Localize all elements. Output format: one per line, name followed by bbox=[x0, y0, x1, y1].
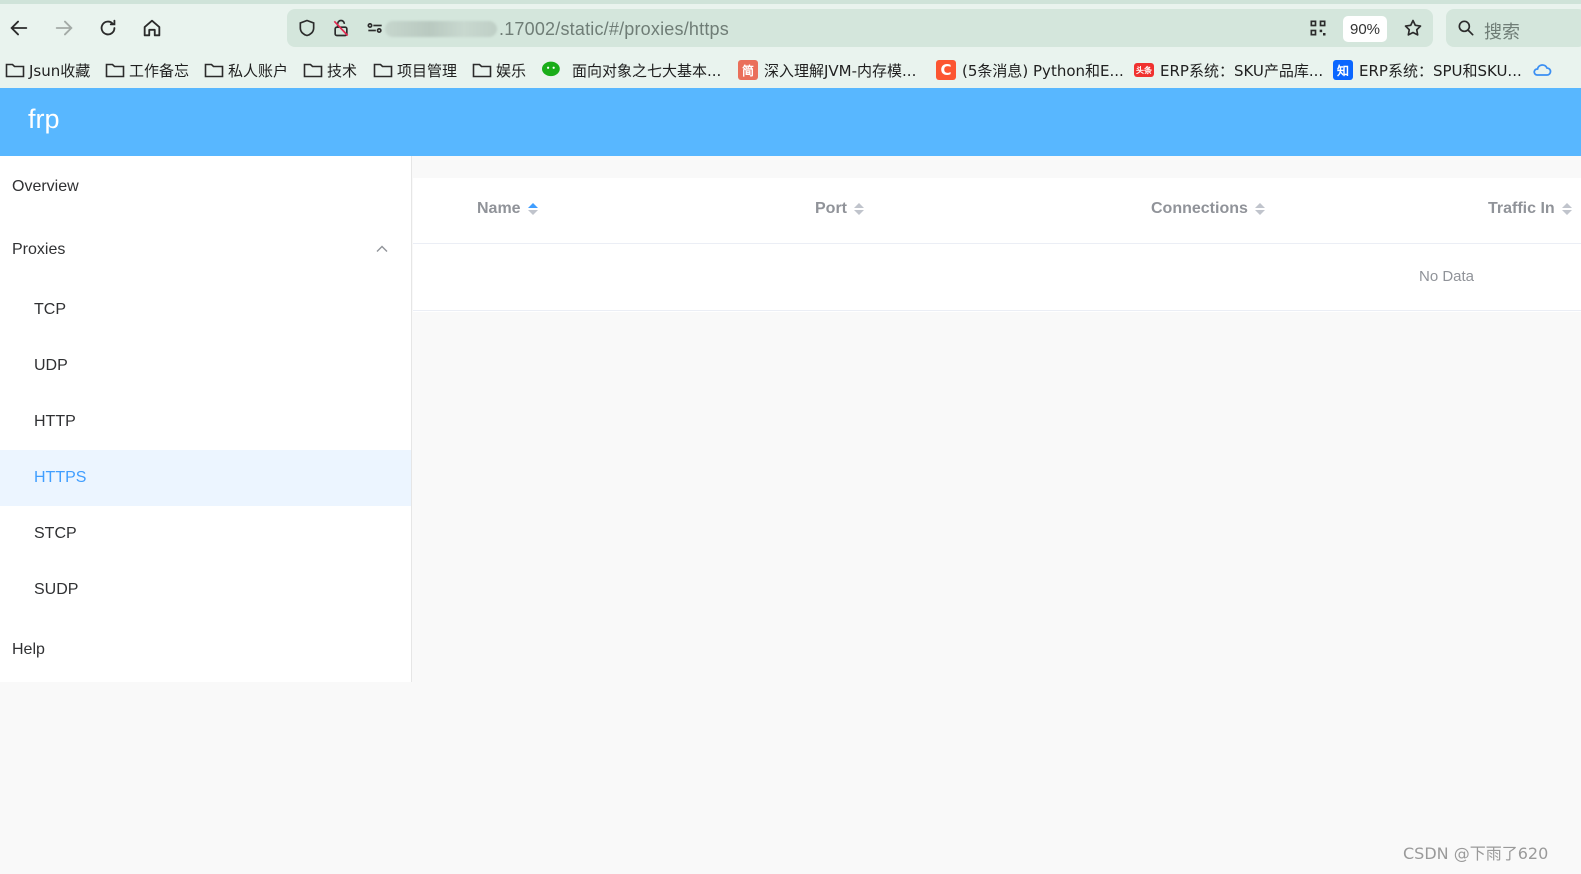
back-arrow-icon bbox=[10, 20, 28, 36]
jianshu-icon: 简 bbox=[738, 60, 758, 80]
sidebar-item-stcp[interactable]: STCP bbox=[0, 506, 411, 562]
chevron-up-icon bbox=[376, 245, 388, 252]
bookmark-label: (5条消息) Python和E... bbox=[962, 61, 1124, 80]
column-label: Connections bbox=[1151, 200, 1248, 217]
url-host-redacted bbox=[385, 21, 497, 37]
bookmark-link[interactable]: 头条 ERP系统：SKU产品库... bbox=[1134, 60, 1323, 80]
menu-label: SUDP bbox=[34, 581, 79, 598]
bookmark-label: 娱乐 bbox=[496, 61, 527, 80]
column-label: Traffic In bbox=[1488, 200, 1555, 217]
sidebar-item-https[interactable]: HTTPS bbox=[0, 450, 411, 506]
bookmark-folder[interactable]: 私人账户 bbox=[204, 60, 288, 80]
menu-label: HTTPS bbox=[34, 469, 87, 486]
bookmark-overflow[interactable] bbox=[1532, 60, 1556, 80]
bookmark-label: ERP系统：SPU和SKU... bbox=[1359, 61, 1522, 80]
wechat-icon bbox=[542, 61, 560, 77]
browser-search-box[interactable]: 搜索 bbox=[1446, 9, 1581, 47]
proxies-table: Name Port Connections Traffic In No Data bbox=[413, 178, 1581, 312]
menu-label: HTTP bbox=[34, 413, 76, 430]
bookmark-link[interactable]: 简 深入理解JVM-内存模... bbox=[738, 60, 916, 80]
folder-icon bbox=[204, 63, 224, 78]
bookmark-star-icon[interactable] bbox=[1403, 18, 1423, 38]
url-text[interactable]: .17002/static/#/proxies/https bbox=[499, 19, 729, 40]
bookmark-label: 技术 bbox=[327, 61, 358, 80]
reload-icon bbox=[100, 19, 116, 36]
menu-item-proxies[interactable]: Proxies bbox=[0, 222, 411, 278]
folder-icon bbox=[373, 63, 393, 78]
menu-item-overview[interactable]: Overview bbox=[0, 159, 411, 215]
bookmark-label: 深入理解JVM-内存模... bbox=[764, 61, 917, 80]
bookmark-label: 工作备忘 bbox=[129, 61, 190, 80]
toutiao-icon: 头条 bbox=[1134, 63, 1154, 77]
bookmark-folder[interactable]: 技术 bbox=[303, 60, 357, 80]
zhihu-icon: 知 bbox=[1333, 60, 1353, 80]
search-placeholder: 搜索 bbox=[1484, 22, 1520, 43]
sidebar-item-http[interactable]: HTTP bbox=[0, 394, 411, 450]
qr-code-icon[interactable] bbox=[1308, 18, 1328, 38]
folder-icon bbox=[105, 63, 125, 78]
forward-button[interactable] bbox=[46, 10, 82, 46]
bookmark-folder[interactable]: 工作备忘 bbox=[105, 60, 189, 80]
bookmarks-bar: Jsun收藏 工作备忘 私人账户 技术 项目管理 娱乐 面向对象之七大基本...… bbox=[0, 52, 1581, 88]
back-button[interactable] bbox=[1, 10, 37, 46]
bookmark-folder[interactable]: 娱乐 bbox=[472, 60, 526, 80]
shield-icon[interactable] bbox=[297, 18, 317, 38]
folder-icon bbox=[472, 63, 492, 78]
sidebar-item-udp[interactable]: UDP bbox=[0, 338, 411, 394]
bookmark-label: 面向对象之七大基本... bbox=[572, 61, 722, 80]
csdn-icon: C bbox=[936, 60, 956, 80]
bookmark-label: 私人账户 bbox=[228, 61, 289, 80]
sidebar-menu: Overview Proxies TCP UDP HTTP HTTPS STCP… bbox=[0, 156, 412, 682]
home-button[interactable] bbox=[134, 10, 170, 46]
sidebar-item-sudp[interactable]: SUDP bbox=[0, 562, 411, 618]
folder-icon bbox=[303, 63, 323, 78]
sort-caret-icon[interactable] bbox=[527, 203, 538, 215]
folder-icon bbox=[5, 63, 25, 78]
zoom-level-badge[interactable]: 90% bbox=[1343, 16, 1387, 42]
bookmark-link[interactable]: 面向对象之七大基本... bbox=[540, 60, 721, 80]
insecure-lock-icon[interactable] bbox=[331, 18, 351, 38]
column-header-name[interactable]: Name bbox=[477, 200, 538, 218]
app-header: frp bbox=[0, 88, 1581, 156]
column-label: Port bbox=[815, 200, 847, 217]
table-header: Name Port Connections Traffic In bbox=[413, 178, 1581, 244]
browser-toolbar: .17002/static/#/proxies/https 90% 搜索 bbox=[0, 4, 1581, 52]
sort-caret-icon[interactable] bbox=[854, 203, 864, 215]
menu-label: STCP bbox=[34, 525, 77, 542]
menu-label: Proxies bbox=[12, 241, 66, 258]
site-permissions-icon[interactable] bbox=[365, 18, 385, 38]
sort-caret-icon[interactable] bbox=[1254, 203, 1265, 215]
menu-label: Overview bbox=[12, 178, 79, 195]
empty-state-text: No Data bbox=[1419, 268, 1475, 285]
bookmark-folder[interactable]: 项目管理 bbox=[373, 60, 457, 80]
forward-arrow-icon bbox=[55, 20, 73, 36]
menu-label: Help bbox=[12, 641, 45, 658]
bookmark-label: 项目管理 bbox=[397, 61, 458, 80]
menu-label: TCP bbox=[34, 301, 66, 318]
watermark: CSDN @下雨了620 bbox=[1403, 844, 1549, 863]
column-header-connections[interactable]: Connections bbox=[1151, 200, 1265, 218]
cloud-icon bbox=[1533, 64, 1552, 76]
column-header-port[interactable]: Port bbox=[815, 200, 864, 218]
home-icon bbox=[143, 19, 161, 37]
menu-item-help[interactable]: Help bbox=[0, 622, 411, 678]
reload-button[interactable] bbox=[90, 10, 126, 46]
bookmark-link[interactable]: C (5条消息) Python和E... bbox=[936, 60, 1124, 80]
brand-logo[interactable]: frp bbox=[28, 104, 60, 135]
bookmark-link[interactable]: 知 ERP系统：SPU和SKU... bbox=[1333, 60, 1522, 80]
sidebar-item-tcp[interactable]: TCP bbox=[0, 282, 411, 338]
column-label: Name bbox=[477, 200, 521, 217]
bookmark-label: Jsun收藏 bbox=[29, 61, 91, 80]
menu-label: UDP bbox=[34, 357, 68, 374]
bookmark-label: ERP系统：SKU产品库... bbox=[1160, 61, 1324, 80]
sort-caret-icon[interactable] bbox=[1561, 203, 1572, 215]
bookmark-folder[interactable]: Jsun收藏 bbox=[5, 60, 90, 80]
main-content: Name Port Connections Traffic In No Data bbox=[413, 156, 1581, 874]
address-bar[interactable]: .17002/static/#/proxies/https 90% bbox=[287, 9, 1433, 47]
table-body: No Data bbox=[413, 244, 1581, 311]
column-header-traffic-in[interactable]: Traffic In bbox=[1488, 200, 1572, 218]
search-icon bbox=[1458, 20, 1474, 36]
